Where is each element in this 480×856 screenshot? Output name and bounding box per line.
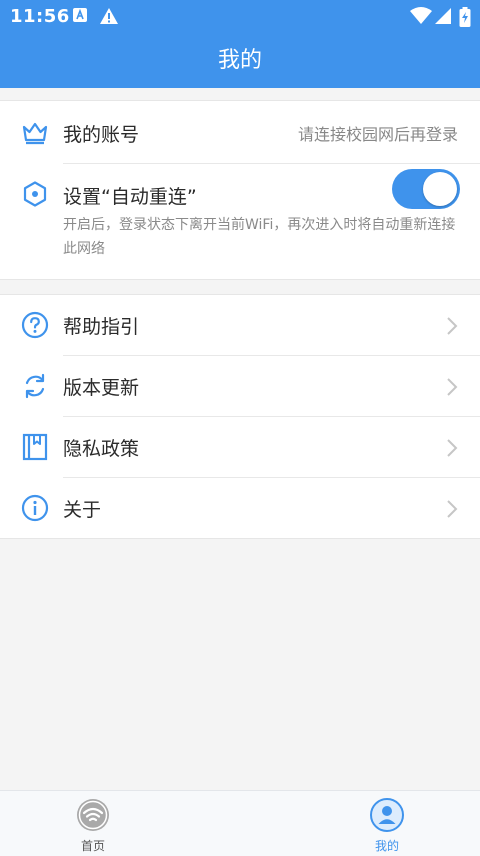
- menu-item-label: 帮助指引: [63, 316, 140, 338]
- menu-item-label: 关于: [63, 499, 102, 521]
- bottom-tab-bar: 首页 我的: [0, 790, 480, 856]
- hexagon-settings-icon: [23, 181, 47, 207]
- menu-card: 帮助指引 版本更新 隐私政策 关于: [0, 294, 480, 539]
- tab-home[interactable]: 首页: [33, 791, 153, 856]
- my-account-row[interactable]: 我的账号 请连接校园网后再登录: [0, 101, 480, 163]
- auto-reconnect-description: 开启后，登录状态下离开当前WiFi，再次进入时将自动重新连接此网络: [63, 217, 456, 257]
- status-time: 11:56: [10, 6, 70, 27]
- toggle-knob: [423, 172, 457, 206]
- menu-item-help[interactable]: 帮助指引: [0, 295, 480, 355]
- menu-item-label: 版本更新: [63, 377, 140, 399]
- menu-item-label: 隐私政策: [63, 438, 140, 460]
- battery-charging-icon: [459, 7, 471, 27]
- menu-item-about[interactable]: 关于: [0, 478, 480, 538]
- tab-mine-label: 我的: [374, 839, 399, 853]
- chevron-right-icon: [447, 317, 458, 335]
- auto-reconnect-toggle[interactable]: [392, 169, 460, 209]
- warning-icon: [100, 8, 118, 24]
- chevron-right-icon: [447, 439, 458, 457]
- status-bar: 11:56: [0, 0, 480, 32]
- app-header: 11:56 我的: [0, 0, 480, 88]
- privacy-book-icon: [22, 433, 48, 461]
- chevron-right-icon: [447, 500, 458, 518]
- menu-item-version-update[interactable]: 版本更新: [0, 356, 480, 416]
- info-icon: [21, 494, 49, 522]
- page-title: 我的: [217, 48, 262, 73]
- wifi-signal-icon: [410, 7, 432, 24]
- auto-reconnect-label: 设置“自动重连”: [63, 186, 197, 208]
- tab-mine[interactable]: 我的: [327, 791, 447, 856]
- cellular-signal-icon: [435, 8, 451, 24]
- login-hint: 请连接校园网后再登录: [297, 125, 458, 144]
- help-icon: [21, 311, 49, 339]
- chevron-right-icon: [447, 378, 458, 396]
- account-card: 我的账号 请连接校园网后再登录 设置“自动重连” 开启后，登录状态下离开当前Wi…: [0, 100, 480, 280]
- wifi-home-icon: [77, 799, 109, 831]
- tab-home-label: 首页: [80, 839, 105, 853]
- my-account-label: 我的账号: [63, 124, 140, 146]
- menu-item-privacy-policy[interactable]: 隐私政策: [0, 417, 480, 477]
- crown-icon: [22, 122, 48, 145]
- refresh-icon: [25, 373, 45, 399]
- a-notification-icon: [73, 8, 87, 22]
- user-icon: [370, 798, 404, 832]
